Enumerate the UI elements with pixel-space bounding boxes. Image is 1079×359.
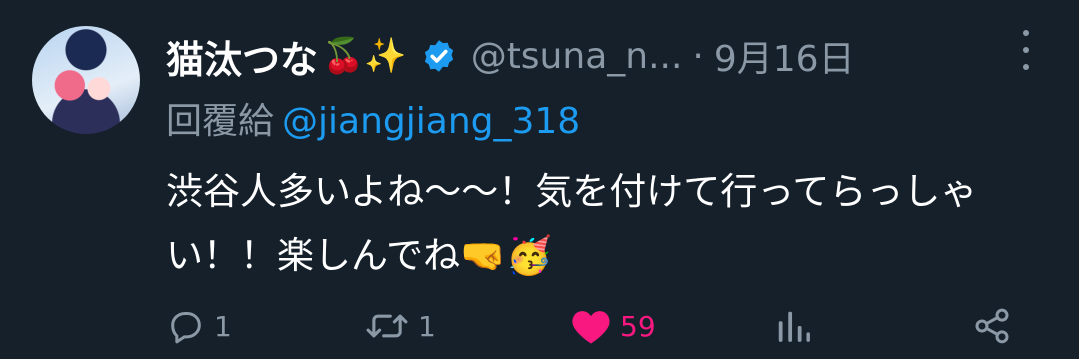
share-icon: [975, 308, 1009, 344]
tweet-header: 猫汰つな 🍒✨ @tsuna_n... · 9月16日: [166, 26, 855, 86]
like-button[interactable]: 59: [570, 298, 656, 354]
reply-prefix: 回覆給: [166, 101, 275, 142]
heart-icon: [572, 311, 610, 344]
separator-dot: ·: [692, 35, 704, 77]
like-count: 59: [620, 309, 656, 343]
views-chart-icon: [778, 311, 810, 342]
more-options-icon[interactable]: [1016, 30, 1036, 70]
retweet-count: 1: [418, 309, 436, 343]
avatar[interactable]: [32, 26, 140, 134]
verified-badge-icon: [421, 38, 457, 74]
tweet-date[interactable]: 9月16日: [714, 30, 855, 82]
reply-button[interactable]: 1: [166, 298, 232, 354]
share-button[interactable]: [972, 298, 1012, 354]
reply-count: 1: [214, 309, 232, 343]
name-emojis: 🍒✨: [322, 36, 407, 76]
tweet-text: 渋谷人多いよね〜〜！気を付けて行ってらっしゃい！！楽しんでね🤜🥳: [166, 170, 978, 277]
reply-icon: [171, 312, 201, 344]
action-bar: 1 1 59: [166, 298, 1036, 354]
display-name[interactable]: 猫汰つな: [166, 29, 318, 84]
retweet-button[interactable]: 1: [364, 298, 436, 354]
reply-mention-link[interactable]: @jiangjiang_318: [282, 101, 580, 142]
retweet-icon: [366, 314, 408, 338]
reply-context: 回覆給 @jiangjiang_318: [166, 92, 580, 144]
handle[interactable]: @tsuna_n...: [471, 36, 683, 77]
views-button[interactable]: [774, 298, 812, 354]
